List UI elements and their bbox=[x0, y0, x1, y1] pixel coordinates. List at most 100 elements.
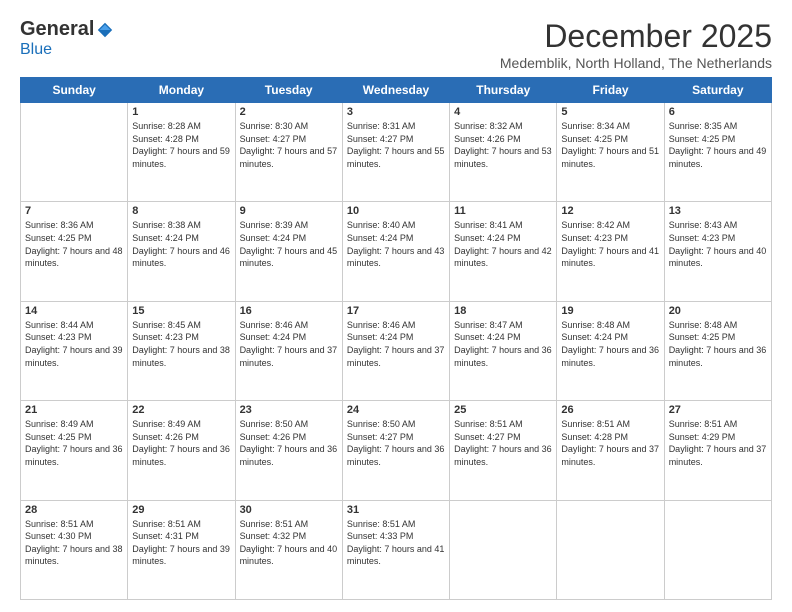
cell-info: Sunrise: 8:51 AM Sunset: 4:27 PM Dayligh… bbox=[454, 418, 552, 468]
calendar-cell: 23Sunrise: 8:50 AM Sunset: 4:26 PM Dayli… bbox=[235, 401, 342, 500]
cell-info: Sunrise: 8:47 AM Sunset: 4:24 PM Dayligh… bbox=[454, 319, 552, 369]
calendar-cell: 27 Sunrise: 8:51 AM Sunset: 4:29 PM Dayli… bbox=[664, 401, 771, 500]
calendar-cell: 16 Sunrise: 8:46 AM Sunset: 4:24 PM Dayli… bbox=[235, 301, 342, 400]
cell-info: Sunrise: 8:51 AM Sunset: 4:33 PM Dayligh… bbox=[347, 518, 445, 568]
cell-info: Sunrise: 8:49 AM Sunset: 4:25 PM Dayligh… bbox=[25, 418, 123, 468]
calendar-cell: 21Sunrise: 8:49 AM Sunset: 4:25 PM Dayli… bbox=[21, 401, 128, 500]
day-number: 31 bbox=[347, 504, 445, 516]
calendar-cell: 14Sunrise: 8:44 AM Sunset: 4:23 PM Dayli… bbox=[21, 301, 128, 400]
calendar-cell: 2 Sunrise: 8:30 AM Sunset: 4:27 PM Daylig… bbox=[235, 103, 342, 202]
cell-info: Sunrise: 8:51 AM Sunset: 4:29 PM Dayligh… bbox=[669, 418, 767, 468]
calendar-cell: 5 Sunrise: 8:34 AM Sunset: 4:25 PM Daylig… bbox=[557, 103, 664, 202]
calendar-cell bbox=[664, 500, 771, 599]
cell-info: Sunrise: 8:41 AM Sunset: 4:24 PM Dayligh… bbox=[454, 219, 552, 269]
header-friday: Friday bbox=[557, 78, 664, 103]
day-number: 29 bbox=[132, 504, 230, 516]
calendar-cell: 7 Sunrise: 8:36 AM Sunset: 4:25 PM Daylig… bbox=[21, 202, 128, 301]
day-number: 17 bbox=[347, 305, 445, 317]
header-thursday: Thursday bbox=[450, 78, 557, 103]
day-number: 2 bbox=[240, 106, 338, 118]
calendar-cell: 31 Sunrise: 8:51 AM Sunset: 4:33 PM Dayli… bbox=[342, 500, 449, 599]
cell-info: Sunrise: 8:32 AM Sunset: 4:26 PM Dayligh… bbox=[454, 120, 552, 170]
day-number: 22 bbox=[132, 404, 230, 416]
calendar-cell: 28 Sunrise: 8:51 AM Sunset: 4:30 PM Dayli… bbox=[21, 500, 128, 599]
cell-info: Sunrise: 8:51 AM Sunset: 4:31 PM Dayligh… bbox=[132, 518, 230, 568]
header: General Blue December 2025 Medemblik, No… bbox=[20, 18, 772, 71]
day-number: 10 bbox=[347, 205, 445, 217]
calendar-cell: 3Sunrise: 8:31 AM Sunset: 4:27 PM Daylig… bbox=[342, 103, 449, 202]
title-block: December 2025 Medemblik, North Holland, … bbox=[500, 18, 772, 71]
calendar-cell: 15 Sunrise: 8:45 AM Sunset: 4:23 PM Dayli… bbox=[128, 301, 235, 400]
day-number: 1 bbox=[132, 106, 230, 118]
cell-info: Sunrise: 8:51 AM Sunset: 4:28 PM Dayligh… bbox=[561, 418, 659, 468]
day-number: 20 bbox=[669, 305, 767, 317]
cell-info: Sunrise: 8:50 AM Sunset: 4:27 PM Dayligh… bbox=[347, 418, 445, 468]
cell-info: Sunrise: 8:35 AM Sunset: 4:25 PM Dayligh… bbox=[669, 120, 767, 170]
day-number: 12 bbox=[561, 205, 659, 217]
day-number: 24 bbox=[347, 404, 445, 416]
header-wednesday: Wednesday bbox=[342, 78, 449, 103]
cell-info: Sunrise: 8:42 AM Sunset: 4:23 PM Dayligh… bbox=[561, 219, 659, 269]
calendar-cell: 19Sunrise: 8:48 AM Sunset: 4:24 PM Dayli… bbox=[557, 301, 664, 400]
cell-info: Sunrise: 8:38 AM Sunset: 4:24 PM Dayligh… bbox=[132, 219, 230, 269]
calendar-cell: 4 Sunrise: 8:32 AM Sunset: 4:26 PM Daylig… bbox=[450, 103, 557, 202]
day-number: 18 bbox=[454, 305, 552, 317]
day-number: 26 bbox=[561, 404, 659, 416]
calendar-cell: 22 Sunrise: 8:49 AM Sunset: 4:26 PM Dayli… bbox=[128, 401, 235, 500]
calendar-week-3: 21Sunrise: 8:49 AM Sunset: 4:25 PM Dayli… bbox=[21, 401, 772, 500]
location: Medemblik, North Holland, The Netherland… bbox=[500, 55, 772, 71]
calendar-week-1: 7 Sunrise: 8:36 AM Sunset: 4:25 PM Daylig… bbox=[21, 202, 772, 301]
logo-blue-text: Blue bbox=[20, 41, 52, 58]
cell-info: Sunrise: 8:30 AM Sunset: 4:27 PM Dayligh… bbox=[240, 120, 338, 170]
calendar-cell: 20 Sunrise: 8:48 AM Sunset: 4:25 PM Dayli… bbox=[664, 301, 771, 400]
calendar-cell: 8 Sunrise: 8:38 AM Sunset: 4:24 PM Daylig… bbox=[128, 202, 235, 301]
cell-info: Sunrise: 8:34 AM Sunset: 4:25 PM Dayligh… bbox=[561, 120, 659, 170]
calendar-cell: 30 Sunrise: 8:51 AM Sunset: 4:32 PM Dayli… bbox=[235, 500, 342, 599]
day-number: 25 bbox=[454, 404, 552, 416]
calendar-cell: 18 Sunrise: 8:47 AM Sunset: 4:24 PM Dayli… bbox=[450, 301, 557, 400]
logo-icon bbox=[96, 21, 114, 39]
cell-info: Sunrise: 8:45 AM Sunset: 4:23 PM Dayligh… bbox=[132, 319, 230, 369]
day-number: 27 bbox=[669, 404, 767, 416]
calendar-cell: 25 Sunrise: 8:51 AM Sunset: 4:27 PM Dayli… bbox=[450, 401, 557, 500]
cell-info: Sunrise: 8:28 AM Sunset: 4:28 PM Dayligh… bbox=[132, 120, 230, 170]
header-monday: Monday bbox=[128, 78, 235, 103]
calendar-cell: 29 Sunrise: 8:51 AM Sunset: 4:31 PM Dayli… bbox=[128, 500, 235, 599]
cell-info: Sunrise: 8:43 AM Sunset: 4:23 PM Dayligh… bbox=[669, 219, 767, 269]
day-number: 28 bbox=[25, 504, 123, 516]
calendar-cell: 13 Sunrise: 8:43 AM Sunset: 4:23 PM Dayli… bbox=[664, 202, 771, 301]
calendar-cell: 17Sunrise: 8:46 AM Sunset: 4:24 PM Dayli… bbox=[342, 301, 449, 400]
day-number: 5 bbox=[561, 106, 659, 118]
day-number: 8 bbox=[132, 205, 230, 217]
calendar-cell: 10 Sunrise: 8:40 AM Sunset: 4:24 PM Dayli… bbox=[342, 202, 449, 301]
cell-info: Sunrise: 8:36 AM Sunset: 4:25 PM Dayligh… bbox=[25, 219, 123, 269]
cell-info: Sunrise: 8:49 AM Sunset: 4:26 PM Dayligh… bbox=[132, 418, 230, 468]
calendar-cell bbox=[557, 500, 664, 599]
calendar-cell: 24 Sunrise: 8:50 AM Sunset: 4:27 PM Dayli… bbox=[342, 401, 449, 500]
day-number: 7 bbox=[25, 205, 123, 217]
calendar-cell: 11Sunrise: 8:41 AM Sunset: 4:24 PM Dayli… bbox=[450, 202, 557, 301]
cell-info: Sunrise: 8:48 AM Sunset: 4:25 PM Dayligh… bbox=[669, 319, 767, 369]
cell-info: Sunrise: 8:40 AM Sunset: 4:24 PM Dayligh… bbox=[347, 219, 445, 269]
calendar-week-2: 14Sunrise: 8:44 AM Sunset: 4:23 PM Dayli… bbox=[21, 301, 772, 400]
day-number: 30 bbox=[240, 504, 338, 516]
cell-info: Sunrise: 8:46 AM Sunset: 4:24 PM Dayligh… bbox=[240, 319, 338, 369]
logo-general-text: General bbox=[20, 18, 94, 41]
header-tuesday: Tuesday bbox=[235, 78, 342, 103]
day-number: 3 bbox=[347, 106, 445, 118]
day-number: 6 bbox=[669, 106, 767, 118]
day-number: 23 bbox=[240, 404, 338, 416]
day-number: 13 bbox=[669, 205, 767, 217]
calendar-cell: 1 Sunrise: 8:28 AM Sunset: 4:28 PM Daylig… bbox=[128, 103, 235, 202]
month-title: December 2025 bbox=[500, 18, 772, 55]
calendar-week-4: 28 Sunrise: 8:51 AM Sunset: 4:30 PM Dayli… bbox=[21, 500, 772, 599]
day-number: 16 bbox=[240, 305, 338, 317]
cell-info: Sunrise: 8:51 AM Sunset: 4:32 PM Dayligh… bbox=[240, 518, 338, 568]
day-number: 9 bbox=[240, 205, 338, 217]
calendar-cell: 9Sunrise: 8:39 AM Sunset: 4:24 PM Daylig… bbox=[235, 202, 342, 301]
calendar-cell bbox=[450, 500, 557, 599]
weekday-header-row: Sunday Monday Tuesday Wednesday Thursday… bbox=[21, 78, 772, 103]
day-number: 4 bbox=[454, 106, 552, 118]
cell-info: Sunrise: 8:51 AM Sunset: 4:30 PM Dayligh… bbox=[25, 518, 123, 568]
day-number: 15 bbox=[132, 305, 230, 317]
